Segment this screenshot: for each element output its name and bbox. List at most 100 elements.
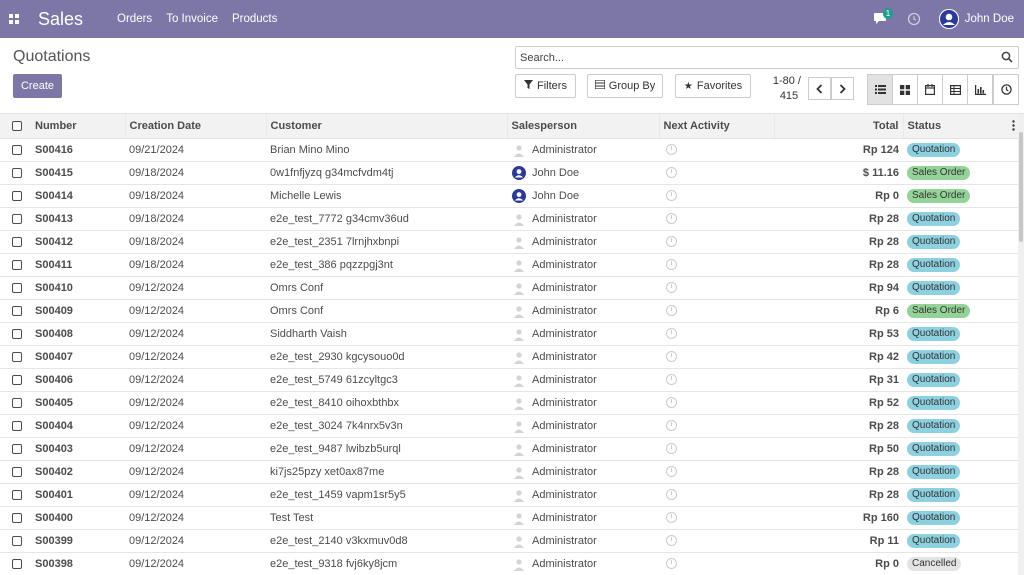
row-checkbox[interactable] [12,190,22,201]
row-checkbox[interactable] [12,282,22,293]
activity-clock-icon[interactable] [907,12,921,26]
activity-clock-icon[interactable] [666,328,677,340]
pager-next-button[interactable] [831,77,854,100]
cell-total[interactable]: Rp 160 [774,506,903,530]
cell-next-activity[interactable] [659,368,774,392]
cell-salesperson[interactable]: Administrator [507,368,659,392]
cell-customer[interactable]: e2e_test_386 pqzzpgj3nt [266,253,507,277]
cell-salesperson[interactable]: Administrator [507,437,659,461]
favorites-button[interactable]: ★ Favorites [675,74,751,98]
table-row[interactable]: S00416 09/21/2024 Brian Mino Mino Administr… [0,138,1018,162]
cell-creation-date[interactable]: 09/12/2024 [125,368,266,392]
cell-status[interactable]: Quotation [903,138,1018,162]
table-row[interactable]: S00398 09/12/2024 e2e_test_9318 fvj6ky8jcm… [0,552,1018,575]
cell-number[interactable]: S00405 [31,391,125,415]
table-row[interactable]: S00401 09/12/2024 e2e_test_1459 vapm1sr5y5… [0,483,1018,507]
cell-next-activity[interactable] [659,414,774,438]
cell-customer[interactable]: e2e_test_2930 kgcysouo0d [266,345,507,369]
cell-creation-date[interactable]: 09/12/2024 [125,437,266,461]
cell-salesperson[interactable]: Administrator [507,322,659,346]
cell-salesperson[interactable]: Administrator [507,138,659,162]
cell-number[interactable]: S00404 [31,414,125,438]
activity-clock-icon[interactable] [666,443,677,455]
calendar-view-button[interactable] [917,74,943,105]
table-row[interactable]: S00409 09/12/2024 Omrs Conf Administrator Rp… [0,299,1018,323]
cell-creation-date[interactable]: 09/18/2024 [125,184,266,208]
cell-number[interactable]: S00403 [31,437,125,461]
cell-customer[interactable]: e2e_test_9318 fvj6ky8jcm [266,552,507,575]
row-checkbox[interactable] [12,305,22,316]
column-header-status[interactable]: Status [908,120,942,132]
cell-next-activity[interactable] [659,207,774,231]
table-row[interactable]: S00402 09/12/2024 ki7js25pzy xet0ax87me Adm… [0,460,1018,484]
cell-status[interactable]: Quotation [903,345,1018,369]
cell-total[interactable]: Rp 124 [774,138,903,162]
activity-clock-icon[interactable] [666,351,677,363]
activity-clock-icon[interactable] [666,397,677,409]
cell-number[interactable]: S00412 [31,230,125,254]
cell-total[interactable]: Rp 0 [774,184,903,208]
table-row[interactable]: S00400 09/12/2024 Test Test Administrator Rp… [0,506,1018,530]
pivot-view-button[interactable] [942,74,968,105]
cell-salesperson[interactable]: Administrator [507,253,659,277]
cell-customer[interactable]: e2e_test_3024 7k4nrx5v3n [266,414,507,438]
cell-salesperson[interactable]: Administrator [507,391,659,415]
cell-creation-date[interactable]: 09/12/2024 [125,483,266,507]
column-header-customer[interactable]: Customer [265,114,507,139]
cell-total[interactable]: Rp 0 [774,552,903,575]
graph-view-button[interactable] [967,74,993,105]
cell-salesperson[interactable]: Administrator [507,483,659,507]
table-row[interactable]: S00415 09/18/2024 0w1fnfjyzq g34mcfvdm4tj J… [0,161,1018,185]
row-checkbox[interactable] [12,558,22,569]
activity-clock-icon[interactable] [666,144,677,156]
cell-salesperson[interactable]: Administrator [507,276,659,300]
cell-status[interactable]: Quotation [903,322,1018,346]
row-checkbox[interactable] [12,259,22,270]
cell-creation-date[interactable]: 09/18/2024 [125,161,266,185]
cell-total[interactable]: Rp 6 [774,299,903,323]
cell-creation-date[interactable]: 09/21/2024 [125,138,266,162]
activity-clock-icon[interactable] [666,558,677,570]
cell-next-activity[interactable] [659,184,774,208]
table-row[interactable]: S00403 09/12/2024 e2e_test_9487 lwibzb5urq… [0,437,1018,461]
cell-status[interactable]: Sales Order [903,184,1018,208]
cell-status[interactable]: Sales Order [903,161,1018,185]
table-row[interactable]: S00406 09/12/2024 e2e_test_5749 61zcyltgc3… [0,368,1018,392]
cell-status[interactable]: Quotation [903,391,1018,415]
column-header-creation-date[interactable]: Creation Date [124,114,266,139]
pager-value[interactable]: 1-80 / 415 [767,74,801,104]
cell-total[interactable]: Rp 52 [774,391,903,415]
cell-creation-date[interactable]: 09/12/2024 [125,276,266,300]
table-row[interactable]: S00414 09/18/2024 Michelle Lewis John Doe Rp… [0,184,1018,208]
cell-salesperson[interactable]: Administrator [507,230,659,254]
menu-orders[interactable]: Orders [117,13,152,25]
cell-next-activity[interactable] [659,276,774,300]
cell-next-activity[interactable] [659,437,774,461]
table-row[interactable]: S00413 09/18/2024 e2e_test_7772 g34cmv36ud… [0,207,1018,231]
row-checkbox[interactable] [12,144,22,155]
cell-customer[interactable]: e2e_test_8410 oihoxbthbx [266,391,507,415]
table-row[interactable]: S00411 09/18/2024 e2e_test_386 pqzzpgj3nt A… [0,253,1018,277]
activity-clock-icon[interactable] [666,259,677,271]
column-header-salesperson[interactable]: Salesperson [506,114,659,139]
row-checkbox[interactable] [12,374,22,385]
activity-clock-icon[interactable] [666,466,677,478]
cell-status[interactable]: Quotation [903,460,1018,484]
cell-next-activity[interactable] [659,161,774,185]
cell-status[interactable]: Quotation [903,437,1018,461]
group-by-button[interactable]: Group By [587,74,663,98]
row-checkbox[interactable] [12,489,22,500]
cell-total[interactable]: Rp 28 [774,483,903,507]
cell-total[interactable]: Rp 31 [774,368,903,392]
user-avatar[interactable] [938,9,959,29]
cell-next-activity[interactable] [659,322,774,346]
cell-salesperson[interactable]: Administrator [507,207,659,231]
activity-clock-icon[interactable] [666,420,677,432]
cell-creation-date[interactable]: 09/12/2024 [125,506,266,530]
cell-number[interactable]: S00402 [31,460,125,484]
activity-clock-icon[interactable] [666,305,677,317]
row-checkbox[interactable] [12,167,22,178]
cell-creation-date[interactable]: 09/12/2024 [125,322,266,346]
table-row[interactable]: S00410 09/12/2024 Omrs Conf Administrator Rp… [0,276,1018,300]
filters-button[interactable]: Filters [515,74,576,98]
